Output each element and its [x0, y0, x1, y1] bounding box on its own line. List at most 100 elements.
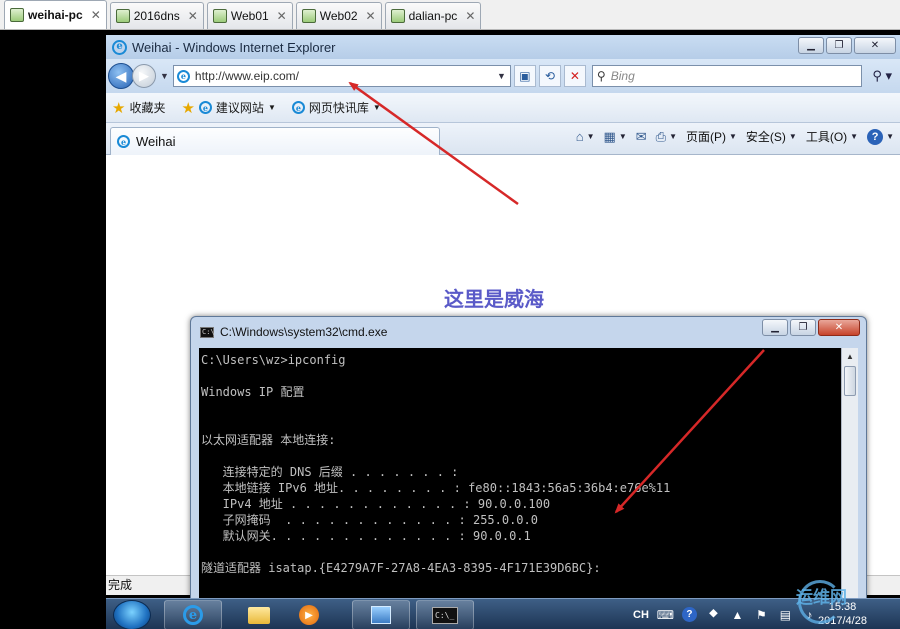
- console-output[interactable]: C:\Users\wz>ipconfig Windows IP 配置 以太网适配…: [199, 348, 850, 607]
- safety-menu-label: 安全(S): [745, 130, 786, 144]
- taskbar-explorer-button[interactable]: [230, 600, 288, 629]
- favorites-bar: ★ 收藏夹 ★ e 建议网站 ▼ e 网页快讯库 ▼: [106, 93, 900, 123]
- close-icon[interactable]: ✕: [91, 8, 101, 22]
- help-button[interactable]: ? ▼: [867, 128, 894, 145]
- vm-tab-weihai-pc[interactable]: weihai-pc ✕: [4, 0, 107, 29]
- vm-tab-dalian-pc[interactable]: dalian-pc ✕: [384, 2, 482, 29]
- address-dropdown-icon[interactable]: ▼: [497, 71, 510, 81]
- vm-tab-web01[interactable]: Web01 ✕: [206, 2, 293, 29]
- forward-button[interactable]: ▶: [132, 64, 156, 88]
- network-icon[interactable]: ▤: [778, 608, 793, 622]
- search-options-icon[interactable]: ⚲ ▾: [872, 68, 892, 84]
- suggested-sites-link[interactable]: ★ e 建议网站 ▼: [181, 99, 275, 117]
- close-icon[interactable]: ✕: [366, 9, 376, 23]
- vm-icon: [212, 9, 227, 23]
- vm-tab-label: dalian-pc: [408, 9, 458, 23]
- compatibility-view-button[interactable]: ▣: [513, 65, 536, 87]
- maximize-button[interactable]: ❐: [790, 319, 816, 336]
- console-icon: C:\: [200, 326, 215, 338]
- home-button[interactable]: ⌂ ▼: [576, 129, 595, 144]
- vm-tab-label: weihai-pc: [28, 8, 83, 22]
- taskbar-server-manager-button[interactable]: [352, 600, 410, 629]
- keyboard-icon[interactable]: ⌨: [657, 608, 674, 622]
- recent-pages-dropdown[interactable]: ▼: [160, 71, 169, 81]
- ie-logo-icon: e: [112, 39, 127, 55]
- cmd-window-title: C:\Windows\system32\cmd.exe: [220, 325, 388, 339]
- tools-menu-label: 工具(O): [805, 130, 848, 144]
- scroll-thumb[interactable]: [844, 366, 856, 396]
- taskbar: e ▶ C:\_ CH ⌨ ? ⯁ ▲ ⚑ ▤ ♪ 15:38 2017/4/2…: [106, 598, 900, 629]
- suggested-sites-label: 建议网站: [215, 101, 264, 115]
- web-slice-gallery-label: 网页快讯库: [308, 101, 369, 115]
- refresh-button[interactable]: ⟲: [538, 65, 561, 87]
- search-input[interactable]: ⚲ Bing: [591, 65, 862, 87]
- printer-icon: ⎙: [655, 128, 667, 144]
- minimize-button[interactable]: ▁: [798, 37, 824, 54]
- tools-menu[interactable]: 工具(O) ▼: [806, 128, 858, 145]
- vm-tab-strip: weihai-pc ✕ 2016dns ✕ Web01 ✕ Web02 ✕ da…: [0, 0, 900, 30]
- close-button[interactable]: ✕: [818, 319, 860, 336]
- vm-tab-2016dns[interactable]: 2016dns ✕: [109, 2, 204, 29]
- folder-icon: [248, 606, 270, 624]
- mail-icon: ✉: [635, 128, 647, 144]
- search-icon: ⚲: [596, 69, 606, 83]
- page-icon: e: [176, 69, 190, 83]
- page-icon: e: [291, 101, 305, 114]
- media-player-icon: ▶: [299, 605, 319, 625]
- system-tray: CH ⌨ ? ⯁ ▲ ⚑ ▤ ♪: [633, 599, 817, 629]
- favorites-label: 收藏夹: [129, 101, 166, 115]
- page-menu[interactable]: 页面(P) ▼: [686, 128, 737, 145]
- safety-menu[interactable]: 安全(S) ▼: [746, 128, 797, 145]
- navigation-bar: ◀ ▶ ▼ e http://www.eip.com/ ▼ ▣ ⟲ ✕ ⚲ Bi…: [106, 59, 900, 93]
- vm-icon: [301, 9, 316, 23]
- scroll-up-icon[interactable]: ▲: [842, 348, 858, 365]
- taskbar-cmd-button[interactable]: C:\_: [416, 600, 474, 629]
- page-heading: 这里是威海: [444, 287, 544, 311]
- close-button[interactable]: ✕: [854, 37, 896, 54]
- maximize-button[interactable]: ❐: [826, 37, 852, 54]
- web-slice-gallery-link[interactable]: e 网页快讯库 ▼: [291, 99, 381, 116]
- vm-tab-label: 2016dns: [133, 9, 180, 23]
- ie-title-bar: e Weihai - Windows Internet Explorer ▁ ❐…: [106, 35, 900, 59]
- browser-tab[interactable]: e Weihai: [110, 127, 440, 155]
- back-button[interactable]: ◀: [108, 63, 134, 89]
- show-hidden-icons-icon[interactable]: ▲: [730, 608, 745, 622]
- feeds-button[interactable]: ▦ ▼: [604, 129, 627, 145]
- stop-button[interactable]: ✕: [563, 65, 586, 87]
- action-center-icon[interactable]: ⚑: [754, 608, 769, 622]
- cmd-title-bar: C:\ C:\Windows\system32\cmd.exe ▁ ❐ ✕: [191, 317, 866, 347]
- print-button[interactable]: ⎙ ▼: [656, 129, 677, 145]
- taskbar-ie-button[interactable]: e: [164, 600, 222, 629]
- console-text: C:\Users\wz>ipconfig Windows IP 配置 以太网适配…: [201, 353, 671, 575]
- home-icon: ⌂: [575, 129, 584, 144]
- vm-icon: [10, 8, 24, 22]
- start-button[interactable]: [113, 600, 151, 629]
- minimize-button[interactable]: ▁: [762, 319, 788, 336]
- window-controls: ▁ ❐ ✕: [798, 37, 896, 54]
- watermark-text: 运维网: [796, 588, 847, 607]
- language-indicator[interactable]: CH: [633, 609, 649, 621]
- vm-tab-label: Web02: [319, 9, 358, 23]
- mail-button[interactable]: ✉: [636, 129, 647, 145]
- close-icon[interactable]: ✕: [277, 9, 287, 23]
- console-scrollbar[interactable]: ▲: [841, 348, 858, 607]
- command-bar: ⌂ ▼ ▦ ▼ ✉ ⎙ ▼ 页面(P) ▼ 安全(S) ▼ 工具(O) ▼ ? ▼: [576, 128, 894, 145]
- favorites-button[interactable]: ★ 收藏夹: [112, 99, 165, 117]
- close-icon[interactable]: ✕: [465, 9, 475, 23]
- tab-title: Weihai: [136, 134, 176, 149]
- page-menu-label: 页面(P): [685, 130, 726, 144]
- command-bar-row: e Weihai ⌂ ▼ ▦ ▼ ✉ ⎙ ▼ 页面(P) ▼ 安全(S) ▼ 工具(O) ▼…: [106, 123, 900, 155]
- vm-tab-label: Web01: [230, 9, 269, 23]
- address-bar[interactable]: e http://www.eip.com/ ▼: [172, 65, 511, 87]
- vm-tab-web02[interactable]: Web02 ✕: [295, 2, 382, 29]
- address-input[interactable]: http://www.eip.com/: [195, 69, 492, 83]
- page-icon: e: [198, 101, 212, 114]
- tray-options-icon[interactable]: ⯁: [706, 607, 721, 621]
- star-icon: ★: [112, 99, 126, 117]
- search-placeholder: Bing: [610, 69, 635, 83]
- help-icon[interactable]: ?: [681, 607, 697, 622]
- add-favorite-icon: ★: [181, 99, 195, 117]
- taskbar-media-player-button[interactable]: ▶: [289, 600, 329, 629]
- rss-icon: ▦: [603, 128, 616, 144]
- close-icon[interactable]: ✕: [188, 9, 198, 23]
